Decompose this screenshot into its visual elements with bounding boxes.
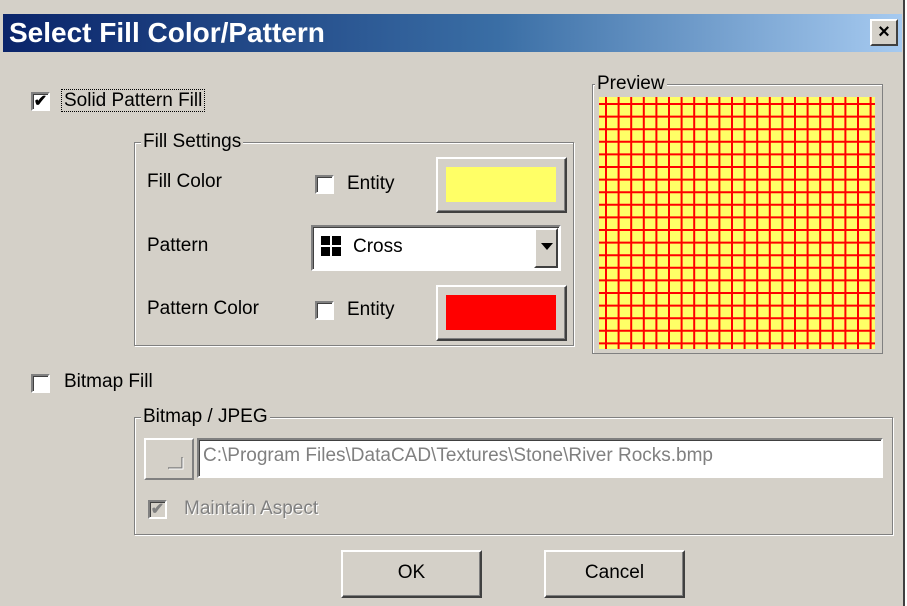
pattern-value: Cross xyxy=(353,236,403,257)
pattern-entity-label[interactable]: Entity xyxy=(347,299,395,321)
maintain-aspect-checkbox[interactable]: ✔ xyxy=(148,500,167,519)
preview-title: Preview xyxy=(595,73,667,95)
fill-entity-checkbox[interactable] xyxy=(315,175,334,194)
close-button[interactable]: × xyxy=(870,19,898,46)
browse-button[interactable] xyxy=(144,438,194,480)
pattern-color-label: Pattern Color xyxy=(147,298,259,319)
fill-entity-label[interactable]: Entity xyxy=(347,173,395,195)
fill-settings-title: Fill Settings xyxy=(141,131,244,153)
fill-color-button[interactable] xyxy=(436,157,567,213)
pattern-label: Pattern xyxy=(147,235,209,256)
solid-pattern-fill-checkbox[interactable]: ✔ xyxy=(31,92,50,111)
chevron-down-icon[interactable] xyxy=(534,228,558,268)
title-bar[interactable]: Select Fill Color/Pattern × xyxy=(3,14,902,52)
solid-pattern-fill-text: Solid Pattern Fill xyxy=(61,89,206,112)
bitmap-fill-checkbox[interactable] xyxy=(31,374,50,393)
solid-pattern-fill-label[interactable]: Solid Pattern Fill xyxy=(61,89,206,112)
bitmap-fill-label[interactable]: Bitmap Fill xyxy=(64,371,153,393)
cross-pattern-icon xyxy=(321,236,341,256)
ok-button[interactable]: OK xyxy=(341,550,482,598)
select-fill-dialog: Select Fill Color/Pattern × ✔ Solid Patt… xyxy=(0,0,905,606)
cancel-button[interactable]: Cancel xyxy=(544,550,685,598)
pattern-color-button[interactable] xyxy=(436,285,567,341)
fill-color-label: Fill Color xyxy=(147,171,222,192)
pattern-color-swatch xyxy=(446,295,556,330)
maintain-aspect-label[interactable]: Maintain Aspect xyxy=(184,498,318,520)
bitmap-jpeg-title: Bitmap / JPEG xyxy=(141,406,270,428)
dialog-title: Select Fill Color/Pattern xyxy=(9,17,325,48)
preview-group: Preview xyxy=(592,73,883,354)
browse-icon xyxy=(168,457,184,470)
preview-pattern xyxy=(599,97,875,349)
pattern-dropdown[interactable]: Cross xyxy=(311,225,561,271)
bitmap-path-field[interactable]: C:\Program Files\DataCAD\Textures\Stone\… xyxy=(197,438,883,478)
pattern-entity-checkbox[interactable] xyxy=(315,301,334,320)
fill-color-swatch xyxy=(446,167,556,202)
